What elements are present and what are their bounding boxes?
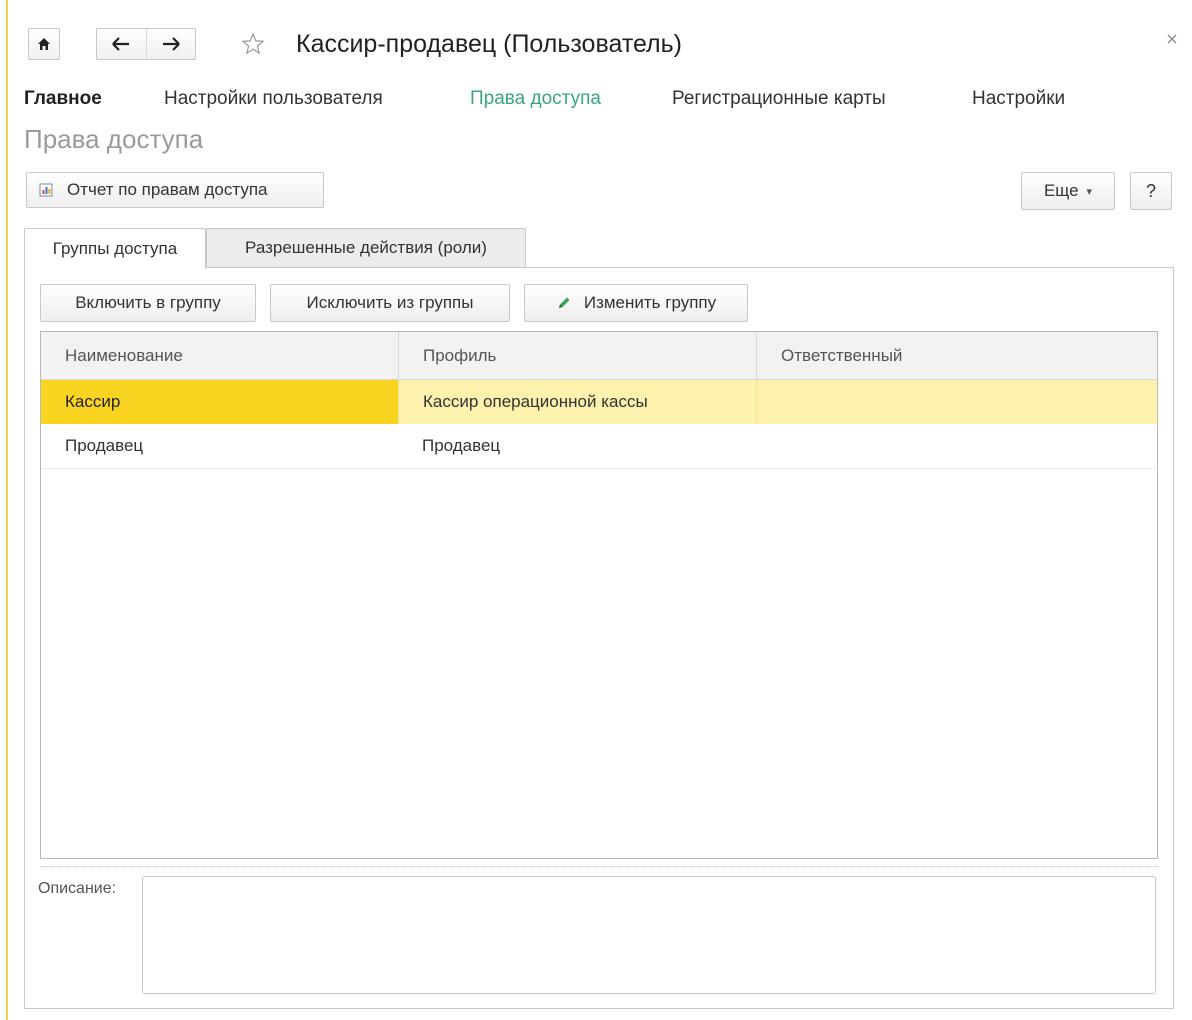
more-button[interactable]: Еще ▾ [1021,172,1115,210]
description-field[interactable] [142,876,1156,994]
table-row[interactable]: Продавец Продавец [41,424,1157,469]
back-button[interactable] [97,29,146,59]
more-label: Еще [1043,181,1079,200]
tab-access-groups[interactable]: Группы доступа [24,228,206,269]
chevron-down-icon: ▾ [1086,185,1093,198]
window-left-accent [6,0,8,1020]
section-user-settings[interactable]: Настройки пользователя [164,88,383,110]
description-label: Описание: [38,880,117,897]
table-row[interactable]: Кассир Кассир операционной кассы [41,380,1157,424]
cell-name: Кассир [41,380,398,424]
home-icon [38,38,50,50]
edit-group-label: Изменить группу [583,293,717,312]
page-title: Права доступа [24,124,204,154]
section-access-rights[interactable]: Права доступа [470,88,601,110]
section-main[interactable]: Главное [24,88,102,110]
table-header: Наименование Профиль Ответственный [41,332,1157,380]
column-header-profile[interactable]: Профиль [398,332,756,379]
exclude-from-group-label: Исключить из группы [306,293,474,312]
help-label: ? [1145,180,1156,201]
access-report-label: Отчет по правам доступа [67,180,268,199]
pencil-icon [558,297,570,308]
exclude-from-group-button[interactable]: Исключить из группы [270,284,510,322]
close-icon [1167,34,1177,44]
window-title: Кассир-продавец (Пользователь) [296,30,682,58]
tab-access-groups-label: Группы доступа [52,238,178,258]
help-button[interactable]: ? [1130,172,1172,210]
edit-group-button[interactable]: Изменить группу [524,284,748,322]
cell-responsible [756,424,1157,468]
report-icon [39,183,53,197]
cell-name: Продавец [65,436,144,455]
arrow-left-icon [112,37,130,51]
navigation-buttons [96,28,196,60]
column-header-responsible[interactable]: Ответственный [756,332,1157,379]
tab-allowed-actions[interactable]: Разрешенные действия (роли) [206,228,526,268]
forward-button[interactable] [145,29,196,59]
access-groups-table[interactable]: Наименование Профиль Ответственный Касси… [40,331,1158,859]
cell-responsible [756,380,1157,424]
section-settings[interactable]: Настройки [972,88,1065,110]
star-icon [241,32,265,55]
column-header-name[interactable]: Наименование [41,332,398,379]
arrow-right-icon [162,37,180,51]
cell-profile: Кассир операционной кассы [398,380,756,424]
splitter[interactable] [40,866,1158,867]
close-button[interactable] [1167,28,1177,49]
section-registration-cards[interactable]: Регистрационные карты [672,88,886,110]
include-in-group-label: Включить в группу [75,293,221,312]
include-in-group-button[interactable]: Включить в группу [40,284,256,322]
access-report-button[interactable]: Отчет по правам доступа [26,172,324,208]
cell-profile: Продавец [422,436,501,455]
favorite-button[interactable] [238,28,268,60]
home-button[interactable] [28,28,60,60]
tab-allowed-actions-label: Разрешенные действия (роли) [245,238,487,257]
